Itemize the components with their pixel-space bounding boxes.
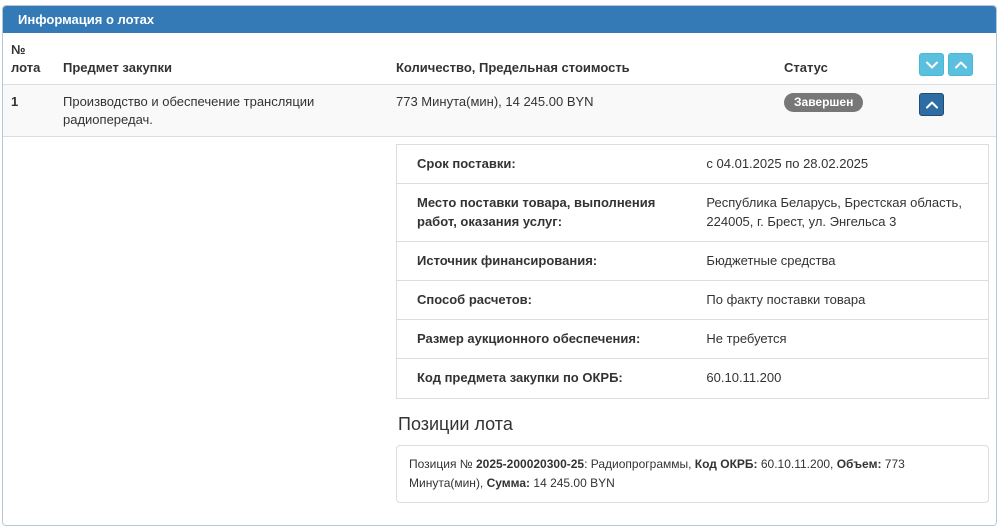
header-status: Статус	[784, 59, 828, 75]
detail-label: Размер аукционного обеспечения:	[396, 319, 699, 359]
detail-row: Место поставки товара, выполнения работ,…	[396, 183, 989, 242]
panel-header: Информация о лотах	[3, 6, 996, 33]
detail-label: Источник финансирования:	[396, 240, 699, 281]
detail-value: Не требуется	[698, 319, 989, 359]
detail-row: Размер аукционного обеспечения: Не требу…	[396, 319, 989, 359]
detail-value: По факту поставки товара	[698, 279, 989, 320]
position-prefix: Позиция №	[409, 456, 476, 471]
header-quantity: Количество, Предельная стоимость	[396, 59, 630, 75]
lot-details-section: Срок поставки: с 04.01.2025 по 28.02.202…	[3, 136, 996, 525]
detail-value: 60.10.11.200	[698, 358, 989, 398]
lot-subject-cell: Производство и обеспечение трансляции ра…	[55, 84, 388, 137]
detail-label: Код предмета закупки по ОКРБ:	[396, 358, 699, 398]
chevron-down-icon	[925, 57, 938, 72]
lot-number-cell: 1	[3, 84, 55, 137]
lots-table: № лота Предмет закупки Количество, Преде…	[3, 33, 996, 137]
chevron-up-icon	[925, 97, 938, 112]
position-okrb-label: Код ОКРБ:	[694, 456, 758, 471]
detail-row: Способ расчетов: По факту поставки товар…	[396, 279, 989, 320]
lot-actions-cell	[911, 84, 996, 137]
detail-value: с 04.01.2025 по 28.02.2025	[706, 156, 869, 172]
lots-panel: Информация о лотах № лота Предмет закупк…	[2, 5, 997, 526]
header-subject: Предмет закупки	[63, 59, 173, 75]
position-volume-label: Объем:	[836, 456, 882, 471]
collapse-lot-details-button[interactable]	[919, 93, 944, 117]
panel-title: Информация о лотах	[18, 12, 155, 27]
header-lot-number: № лота	[11, 42, 41, 75]
detail-value: Бюджетные средства	[698, 240, 989, 281]
position-number: 2025-200020300-25	[475, 456, 585, 471]
lots-table-header-row: № лота Предмет закупки Количество, Преде…	[3, 33, 996, 85]
detail-row: Источник финансирования: Бюджетные средс…	[396, 240, 989, 281]
lot-quantity-cell: 773 Минута(мин), 14 245.00 BYN	[388, 84, 776, 137]
position-okrb-value: 60.10.11.200,	[757, 456, 837, 471]
lot-details-table: Срок поставки: с 04.01.2025 по 28.02.202…	[396, 144, 989, 399]
detail-label: Способ расчетов:	[396, 279, 699, 320]
detail-label: Место поставки товара, выполнения работ,…	[396, 183, 699, 242]
expand-all-lots-button[interactable]	[919, 53, 944, 77]
position-name: : Радиопрограммы,	[584, 456, 695, 471]
lot-row: 1 Производство и обеспечение трансляции …	[3, 84, 996, 137]
position-item: Позиция № 2025-200020300-25: Радиопрогра…	[396, 444, 989, 503]
detail-value: Республика Беларусь, Брестская область, …	[698, 183, 989, 242]
positions-heading: Позиции лота	[398, 413, 513, 434]
detail-row: Срок поставки: с 04.01.2025 по 28.02.202…	[397, 145, 989, 184]
collapse-all-lots-button[interactable]	[948, 53, 973, 77]
detail-label: Срок поставки:	[417, 156, 516, 172]
detail-row: Код предмета закупки по ОКРБ: 60.10.11.2…	[396, 358, 989, 398]
lot-status-cell: Завершен	[776, 84, 911, 137]
status-badge: Завершен	[784, 93, 864, 113]
position-item-text: Позиция № 2025-200020300-25: Радиопрогра…	[409, 455, 976, 493]
header-actions	[911, 33, 996, 85]
chevron-up-icon	[954, 57, 967, 72]
